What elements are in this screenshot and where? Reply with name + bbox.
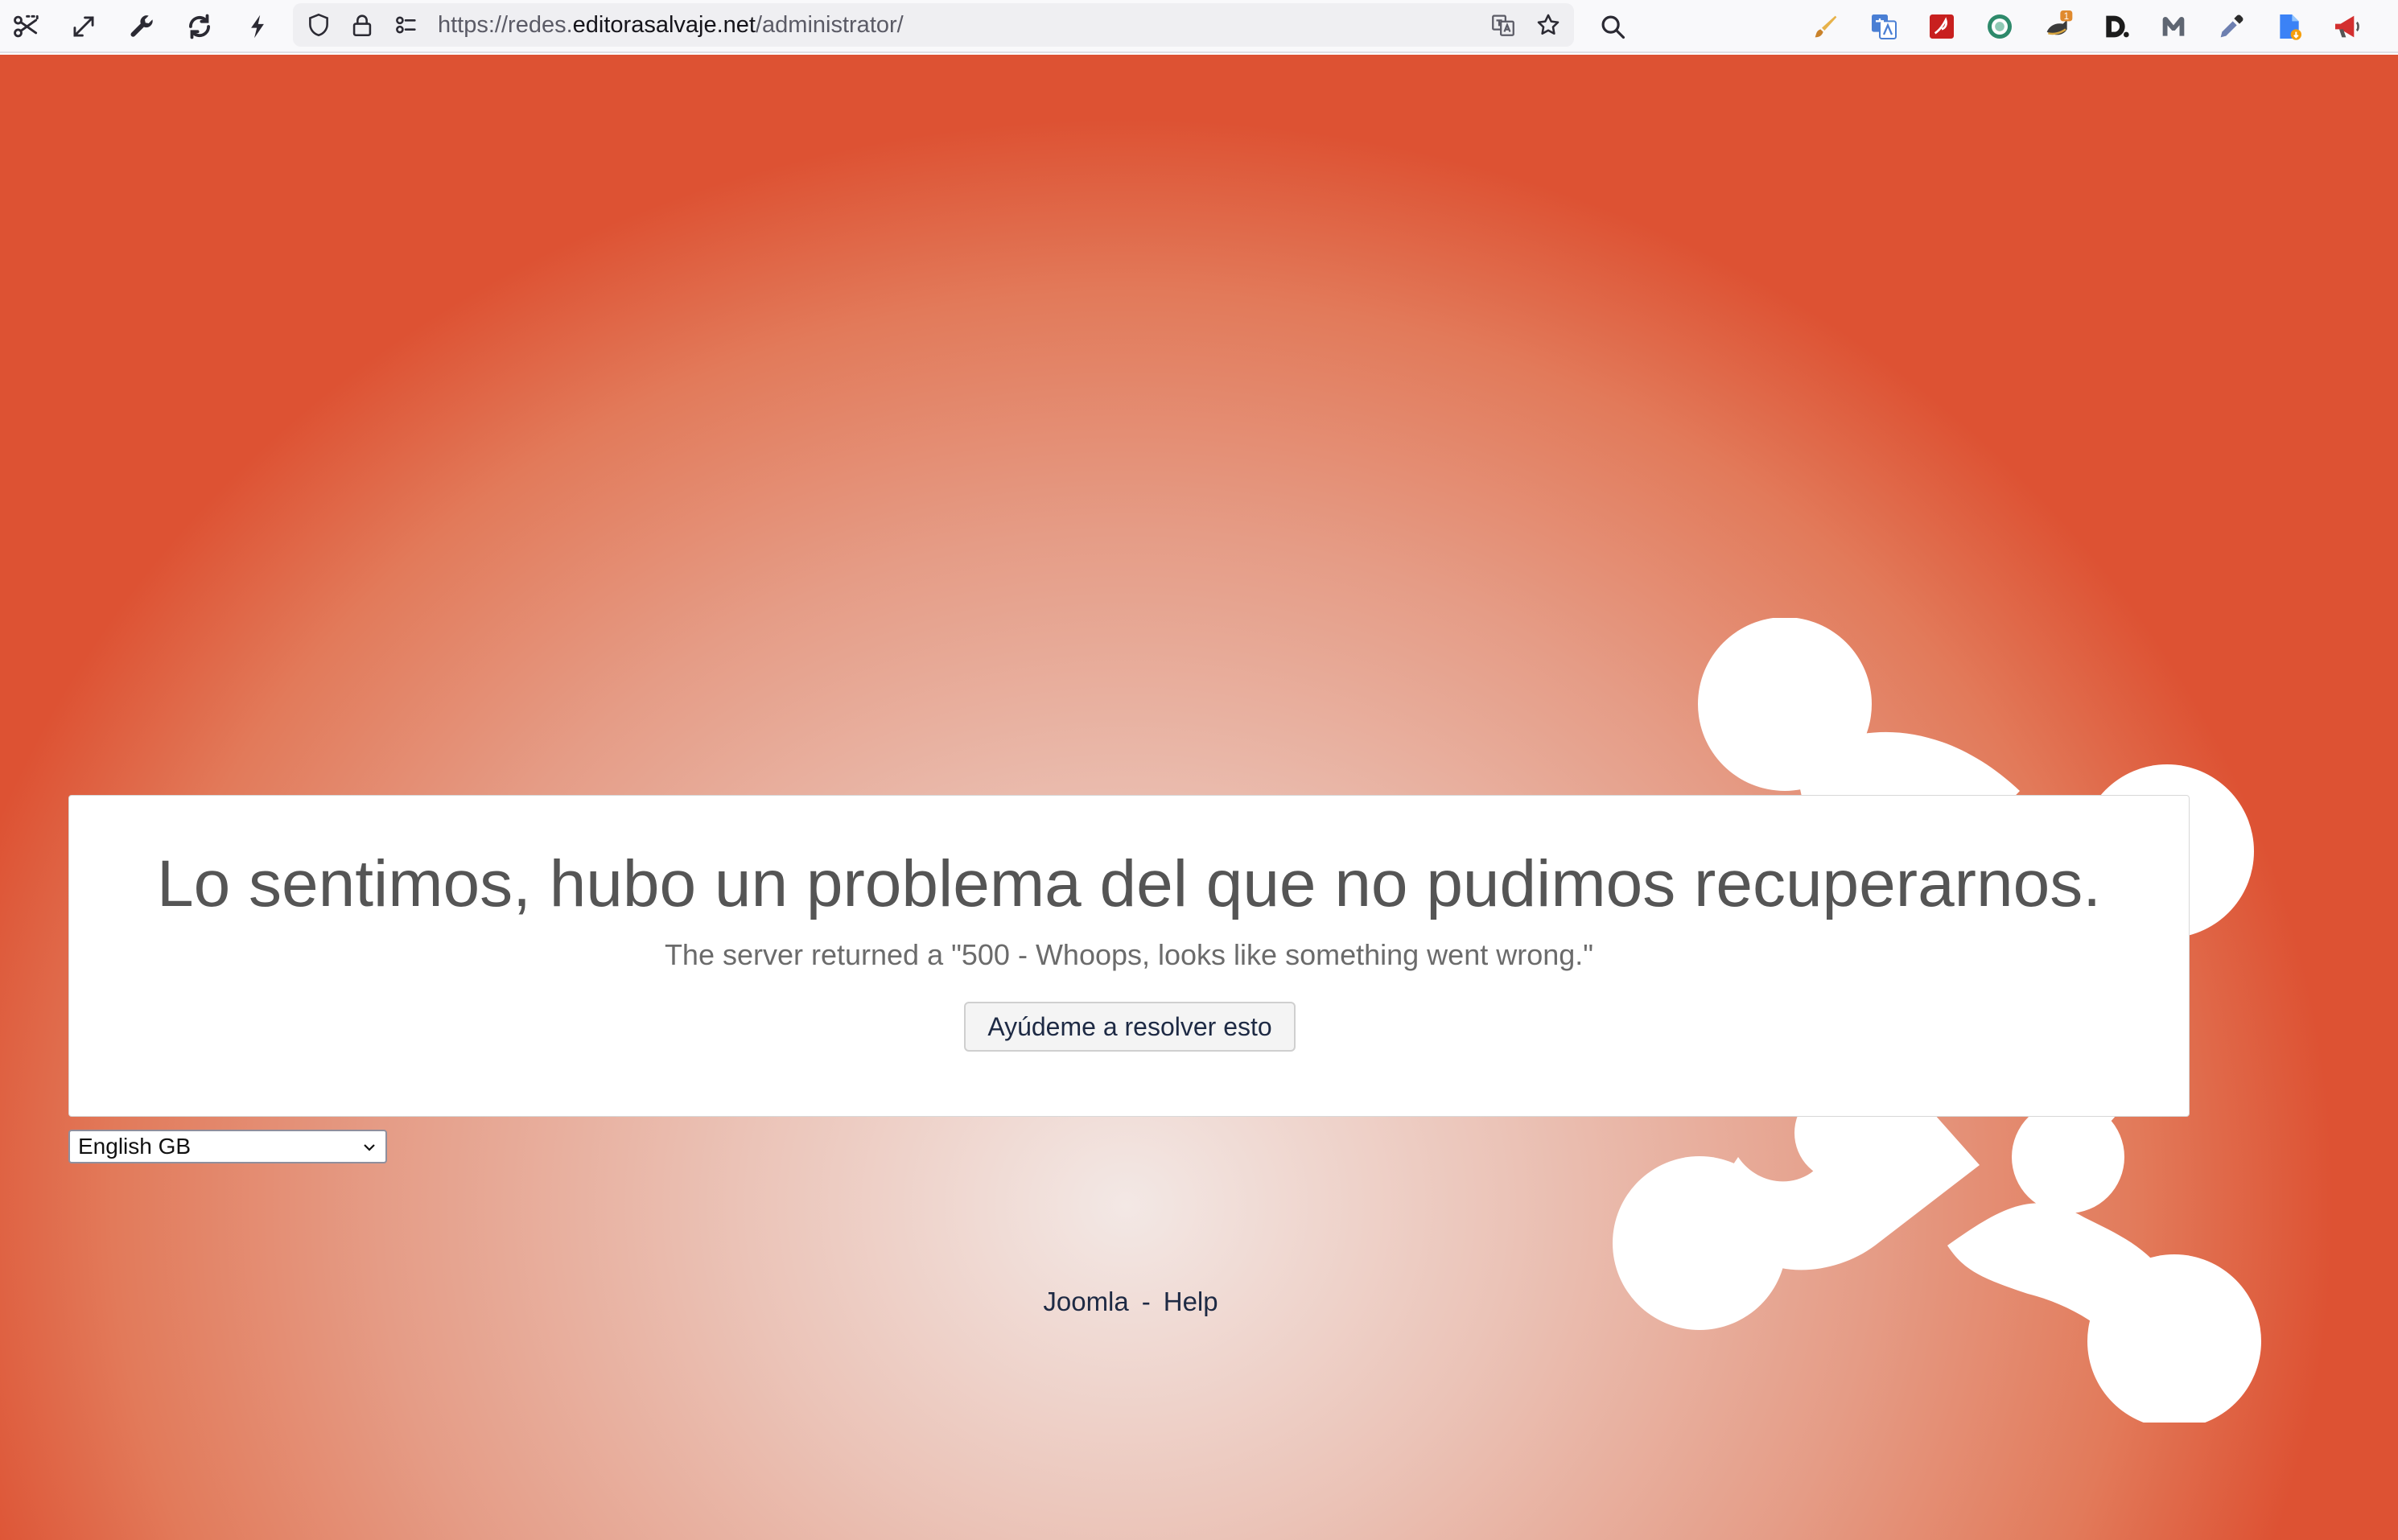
url-host: editorasalvaje.net	[572, 12, 756, 38]
expand-icon[interactable]	[64, 7, 103, 46]
brush-extension-icon[interactable]	[1807, 7, 1845, 46]
reload-icon[interactable]	[180, 7, 219, 46]
shield-icon[interactable]	[301, 7, 336, 43]
joomla-link[interactable]: Joomla	[1043, 1287, 1128, 1316]
lock-icon[interactable]	[344, 7, 380, 43]
megaphone-icon[interactable]	[2328, 7, 2367, 46]
circle-extension-icon[interactable]	[1980, 7, 2019, 46]
screenshot-icon[interactable]	[6, 7, 45, 46]
pdf-extension-icon[interactable]	[1922, 7, 1961, 46]
chevron-down-icon	[364, 1144, 375, 1151]
url-bar[interactable]: https://redes.editorasalvaje.net/adminis…	[293, 3, 1574, 47]
cat-extension-icon[interactable]: 1	[2038, 7, 2077, 46]
error-detail: The server returned a "500 - Whoops, loo…	[664, 938, 1594, 971]
error-card: Lo sentimos, hubo un problema del que no…	[68, 795, 2190, 1117]
malwarebytes-icon[interactable]	[2154, 7, 2193, 46]
url-text[interactable]: https://redes.editorasalvaje.net/adminis…	[438, 12, 904, 38]
star-icon[interactable]	[1531, 7, 1566, 43]
browser-toolbar: https://redes.editorasalvaje.net/adminis…	[0, 0, 2398, 53]
permissions-icon[interactable]	[388, 7, 423, 43]
page-content: Lo sentimos, hubo un problema del que no…	[0, 55, 2398, 1540]
eyedropper-icon[interactable]	[2212, 7, 2251, 46]
wrench-icon[interactable]	[122, 7, 161, 46]
doc-download-icon[interactable]	[2270, 7, 2309, 46]
error-heading: Lo sentimos, hubo un problema del que no…	[157, 847, 2101, 920]
language-select[interactable]: English GB	[68, 1130, 387, 1163]
translate-icon[interactable]	[1485, 7, 1521, 43]
extension-badge: 1	[2064, 11, 2069, 22]
help-button[interactable]: Ayúdeme a resolver esto	[964, 1002, 1296, 1052]
url-path: /administrator/	[755, 12, 904, 38]
lightning-icon[interactable]	[238, 7, 277, 46]
d-extension-icon[interactable]	[2096, 7, 2135, 46]
footer-links: Joomla - Help	[0, 1286, 2261, 1318]
footer-separator: -	[1141, 1287, 1151, 1316]
url-prefix: https://redes.	[438, 12, 573, 38]
language-selected-value: English GB	[78, 1134, 192, 1159]
help-link[interactable]: Help	[1164, 1287, 1218, 1316]
search-icon[interactable]	[1593, 7, 1632, 46]
translate-extension-icon[interactable]	[1864, 7, 1903, 46]
